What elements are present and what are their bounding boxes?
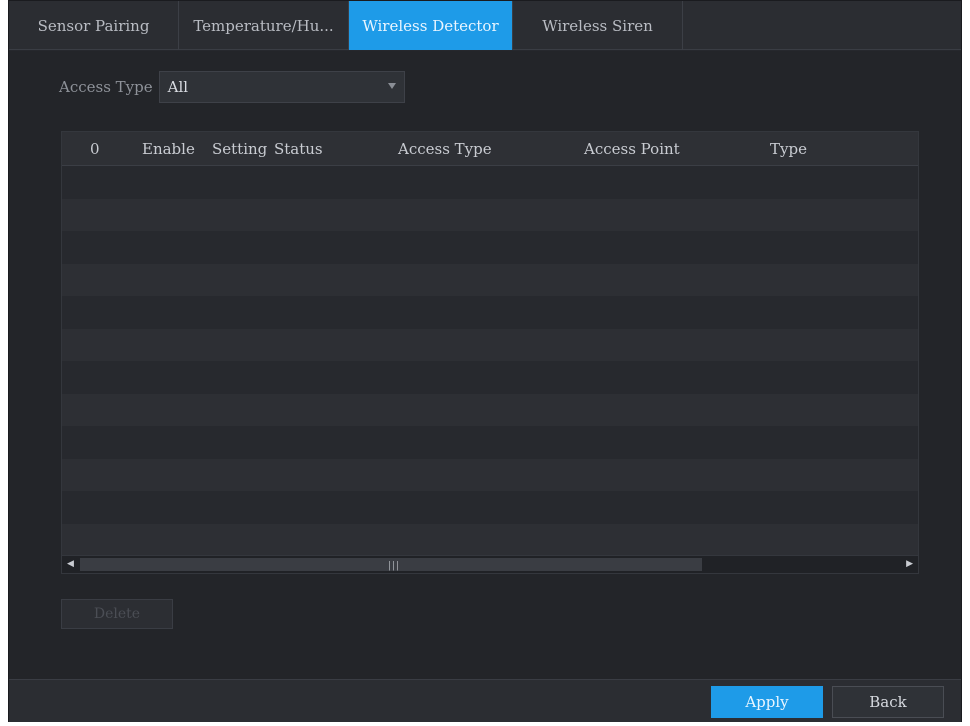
settings-window: Sensor Pairing Temperature/Hu... Wireles… [8, 0, 962, 722]
tab-temperature-humidity[interactable]: Temperature/Hu... [179, 1, 349, 50]
horizontal-scrollbar[interactable]: ◀ ||| ▶ [62, 555, 918, 573]
back-button[interactable]: Back [832, 686, 944, 718]
table-row [62, 523, 918, 556]
column-setting[interactable]: Setting [212, 140, 267, 158]
table-header: 0 Enable Setting Status Access Type Acce… [62, 132, 918, 166]
table-row [62, 491, 918, 524]
tab-sensor-pairing[interactable]: Sensor Pairing [9, 1, 179, 50]
table-row [62, 361, 918, 394]
column-status[interactable]: Status [274, 140, 323, 158]
scroll-right-icon[interactable]: ▶ [906, 559, 913, 569]
apply-button[interactable]: Apply [711, 686, 823, 718]
column-access-type[interactable]: Access Type [398, 140, 492, 158]
column-index[interactable]: 0 [90, 140, 100, 158]
table-row [62, 166, 918, 199]
table-row [62, 393, 918, 426]
delete-button[interactable]: Delete [61, 599, 173, 629]
column-access-point[interactable]: Access Point [584, 140, 680, 158]
table-row [62, 328, 918, 361]
scrollbar-grip: ||| [388, 561, 401, 571]
access-type-label: Access Type [59, 78, 153, 96]
access-type-value: All [167, 78, 189, 96]
chevron-down-icon [387, 83, 396, 89]
tab-bar: Sensor Pairing Temperature/Hu... Wireles… [9, 1, 961, 50]
table-row [62, 263, 918, 296]
table-row [62, 426, 918, 459]
access-type-filter: Access Type All [59, 71, 405, 103]
table-row [62, 231, 918, 264]
table-row [62, 458, 918, 491]
table-row [62, 296, 918, 329]
column-enable[interactable]: Enable [142, 140, 195, 158]
table-body [62, 166, 918, 556]
footer-bar: Apply Back [9, 679, 961, 722]
scrollbar-thumb[interactable]: ||| [80, 558, 702, 571]
tab-wireless-siren[interactable]: Wireless Siren [513, 1, 683, 50]
table-row [62, 198, 918, 231]
scroll-left-icon[interactable]: ◀ [67, 559, 74, 569]
access-type-select[interactable]: All [158, 71, 405, 103]
detector-table: 0 Enable Setting Status Access Type Acce… [61, 131, 919, 574]
column-type[interactable]: Type [770, 140, 807, 158]
content-panel: Access Type All 0 Enable Setting Status … [9, 51, 961, 679]
tab-wireless-detector[interactable]: Wireless Detector [349, 1, 513, 50]
